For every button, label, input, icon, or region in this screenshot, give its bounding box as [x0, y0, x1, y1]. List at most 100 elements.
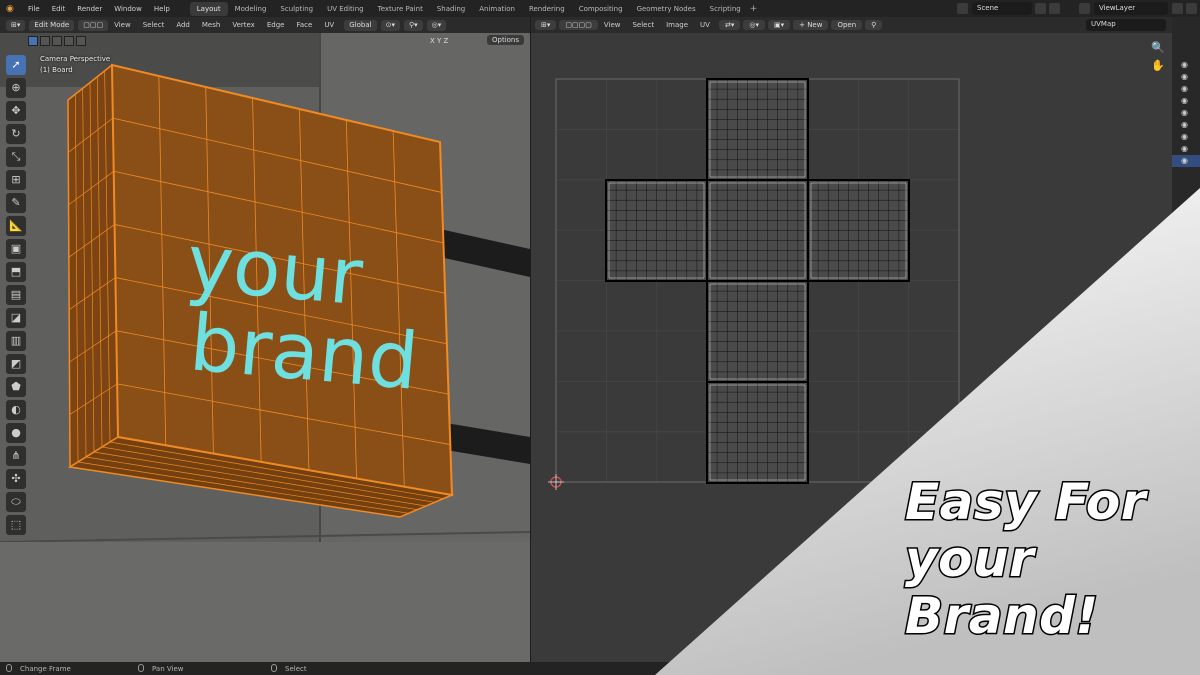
poly-build-tool-icon[interactable]: ⬟: [6, 377, 26, 397]
viewport-scene: your brand: [0, 17, 530, 662]
options-dropdown[interactable]: Options: [487, 35, 525, 45]
pivot-icon[interactable]: ⊙▾: [380, 19, 400, 31]
tab-texture-paint[interactable]: Texture Paint: [371, 2, 430, 16]
rotate-tool-icon[interactable]: ↻: [6, 124, 26, 144]
outliner-row[interactable]: ◉: [1172, 71, 1200, 83]
outliner-row[interactable]: ◉: [1172, 143, 1200, 155]
vp-menu-uv[interactable]: UV: [318, 21, 340, 29]
add-cube-tool-icon[interactable]: ▣: [6, 239, 26, 259]
pan-hand-icon[interactable]: ✋: [1151, 57, 1165, 75]
uv-editor-type-icon[interactable]: ⊞▾: [535, 20, 557, 30]
rip-tool-icon[interactable]: ⬚: [6, 515, 26, 535]
transform-tool-icon[interactable]: ⊞: [6, 170, 26, 190]
menu-render[interactable]: Render: [71, 5, 108, 13]
outliner-row[interactable]: ◉: [1172, 83, 1200, 95]
blender-logo-icon[interactable]: ◉: [6, 4, 16, 14]
vp-menu-mesh[interactable]: Mesh: [196, 21, 226, 29]
pin-icon[interactable]: [1035, 3, 1046, 14]
remove-view-layer-icon[interactable]: [1186, 3, 1197, 14]
uv-pivot-icon[interactable]: ◎▾: [743, 20, 765, 30]
tab-shading[interactable]: Shading: [430, 2, 472, 16]
vp-menu-vertex[interactable]: Vertex: [226, 21, 261, 29]
outliner-row[interactable]: ◉: [1172, 107, 1200, 119]
uv-menu-uv[interactable]: UV: [694, 21, 716, 29]
top-menu-bar: ◉ File Edit Render Window Help Layout Mo…: [0, 0, 1200, 17]
snap-icon[interactable]: ⚲▾: [403, 19, 423, 31]
tab-uv-editing[interactable]: UV Editing: [320, 2, 371, 16]
menu-edit[interactable]: Edit: [46, 5, 72, 13]
new-image-button[interactable]: + New: [793, 20, 829, 30]
view-layer-field[interactable]: ViewLayer: [1094, 2, 1168, 15]
vp-menu-face[interactable]: Face: [290, 21, 318, 29]
scene-icon[interactable]: [957, 3, 968, 14]
mode-selector[interactable]: Edit Mode: [29, 19, 75, 31]
tab-animation[interactable]: Animation: [472, 2, 522, 16]
move-tool-icon[interactable]: ✥: [6, 101, 26, 121]
outliner-row-selected[interactable]: ◉: [1172, 155, 1200, 167]
wall-lower: [0, 542, 530, 662]
vp-menu-edge[interactable]: Edge: [261, 21, 291, 29]
uv-menu-image[interactable]: Image: [660, 21, 694, 29]
tab-layout[interactable]: Layout: [189, 1, 228, 16]
bevel-tool-icon[interactable]: ◪: [6, 308, 26, 328]
tab-sculpting[interactable]: Sculpting: [273, 2, 320, 16]
vp-menu-select[interactable]: Select: [137, 21, 171, 29]
editor-type-icon[interactable]: ⊞▾: [6, 19, 26, 31]
outliner-row[interactable]: ◉: [1172, 95, 1200, 107]
cursor-tool-icon[interactable]: ⊕: [6, 78, 26, 98]
add-workspace-icon[interactable]: +: [750, 4, 758, 14]
selection-mode-invert-icon[interactable]: [64, 36, 74, 46]
promo-line-2: your Brand!: [904, 529, 1100, 646]
zoom-icon[interactable]: 🔍: [1151, 39, 1165, 57]
uv-select-mode-icons[interactable]: ▢▢▢▢: [559, 20, 598, 30]
scale-tool-icon[interactable]: ⤡: [6, 147, 26, 167]
selection-mode-subtract-icon[interactable]: [52, 36, 62, 46]
inset-tool-icon[interactable]: ▤: [6, 285, 26, 305]
selection-mode-intersect-icon[interactable]: [76, 36, 86, 46]
mirror-axes[interactable]: X Y Z: [430, 37, 448, 45]
uv-menu-view[interactable]: View: [598, 21, 627, 29]
loop-cut-tool-icon[interactable]: ▥: [6, 331, 26, 351]
tab-geometry-nodes[interactable]: Geometry Nodes: [630, 2, 703, 16]
uv-menu-select[interactable]: Select: [626, 21, 660, 29]
menu-help[interactable]: Help: [148, 5, 176, 13]
proportional-edit-icon[interactable]: ◎▾: [426, 19, 447, 31]
new-view-layer-icon[interactable]: [1172, 3, 1183, 14]
measure-tool-icon[interactable]: 📐: [6, 216, 26, 236]
image-browse-icon[interactable]: ▣▾: [767, 20, 791, 30]
selection-mode-new-icon[interactable]: [28, 36, 38, 46]
vp-menu-view[interactable]: View: [108, 21, 137, 29]
extrude-tool-icon[interactable]: ⬒: [6, 262, 26, 282]
new-scene-icon[interactable]: [1049, 3, 1060, 14]
menu-file[interactable]: File: [22, 5, 46, 13]
edge-slide-tool-icon[interactable]: ⋔: [6, 446, 26, 466]
vp-menu-add[interactable]: Add: [170, 21, 196, 29]
knife-tool-icon[interactable]: ◩: [6, 354, 26, 374]
scene-field[interactable]: Scene: [972, 2, 1032, 15]
annotate-tool-icon[interactable]: ✎: [6, 193, 26, 213]
shrink-fatten-tool-icon[interactable]: ✣: [6, 469, 26, 489]
tab-rendering[interactable]: Rendering: [522, 2, 572, 16]
viewport-subheader: X Y Z Options: [0, 33, 530, 49]
uv-map-field[interactable]: UVMap: [1086, 19, 1166, 31]
tab-modeling[interactable]: Modeling: [228, 2, 274, 16]
3d-viewport[interactable]: your brand ⊞▾ Edit Mode ▢▢▢ View Select …: [0, 17, 530, 662]
selection-mode-extend-icon[interactable]: [40, 36, 50, 46]
tab-compositing[interactable]: Compositing: [572, 2, 630, 16]
status-hint-select: Select: [285, 664, 307, 673]
spin-tool-icon[interactable]: ◐: [6, 400, 26, 420]
shear-tool-icon[interactable]: ⬭: [6, 492, 26, 512]
outliner-row[interactable]: ◉: [1172, 59, 1200, 71]
pin-uv-icon[interactable]: ⚲: [865, 20, 883, 30]
outliner-row[interactable]: ◉: [1172, 131, 1200, 143]
tab-scripting[interactable]: Scripting: [703, 2, 748, 16]
transform-orientation-dropdown[interactable]: Global: [344, 19, 377, 31]
select-mode-icons[interactable]: ▢▢▢: [78, 19, 109, 31]
view-layer-icon[interactable]: [1079, 3, 1090, 14]
uv-sync-icon[interactable]: ⇄▾: [718, 20, 741, 30]
open-image-button[interactable]: Open: [831, 20, 863, 30]
select-box-tool-icon[interactable]: ➚: [6, 55, 26, 75]
outliner-row[interactable]: ◉: [1172, 119, 1200, 131]
smooth-tool-icon[interactable]: ●: [6, 423, 26, 443]
menu-window[interactable]: Window: [108, 5, 148, 13]
